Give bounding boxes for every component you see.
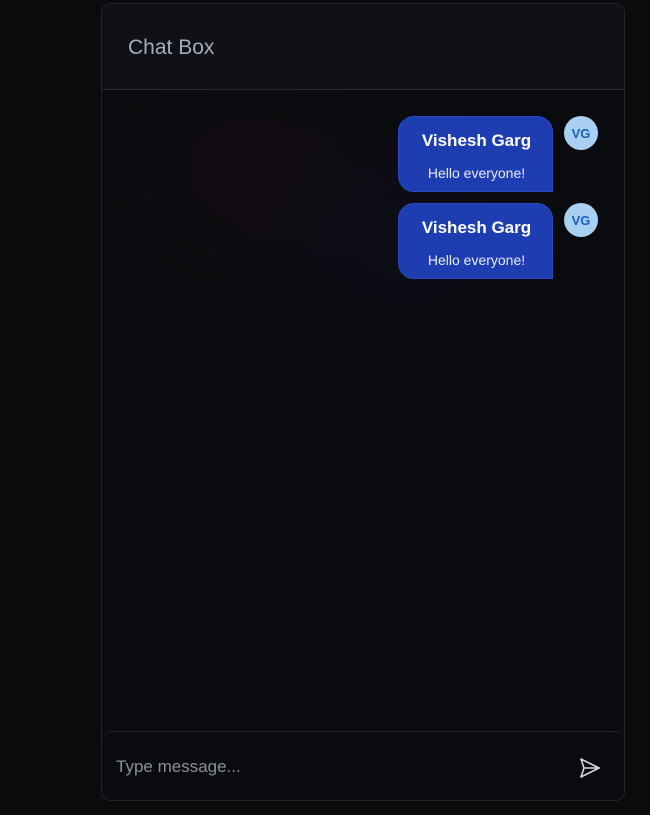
send-button[interactable] bbox=[578, 756, 602, 780]
message-text: Hello everyone! bbox=[427, 165, 526, 181]
message-input[interactable] bbox=[116, 750, 556, 784]
message-sender: Vishesh Garg bbox=[421, 131, 532, 150]
message-text: Hello everyone! bbox=[427, 252, 526, 268]
avatar: VG bbox=[564, 203, 598, 237]
message-bubble: Vishesh Garg Hello everyone! bbox=[398, 203, 553, 279]
message-item: Vishesh Garg Hello everyone! VG bbox=[398, 203, 600, 279]
send-icon bbox=[580, 758, 600, 778]
message-composer bbox=[102, 731, 624, 800]
message-sender: Vishesh Garg bbox=[421, 218, 532, 237]
page: Chat Box Vishesh Garg Hello everyone! VG… bbox=[0, 0, 650, 815]
message-bubble: Vishesh Garg Hello everyone! bbox=[398, 116, 553, 192]
chat-title: Chat Box bbox=[128, 36, 215, 59]
chat-box: Chat Box Vishesh Garg Hello everyone! VG… bbox=[101, 3, 625, 801]
avatar: VG bbox=[564, 116, 598, 150]
chat-header: Chat Box bbox=[102, 4, 624, 90]
message-item: Vishesh Garg Hello everyone! VG bbox=[398, 116, 600, 192]
message-list[interactable]: Vishesh Garg Hello everyone! VG Vishesh … bbox=[102, 90, 624, 731]
